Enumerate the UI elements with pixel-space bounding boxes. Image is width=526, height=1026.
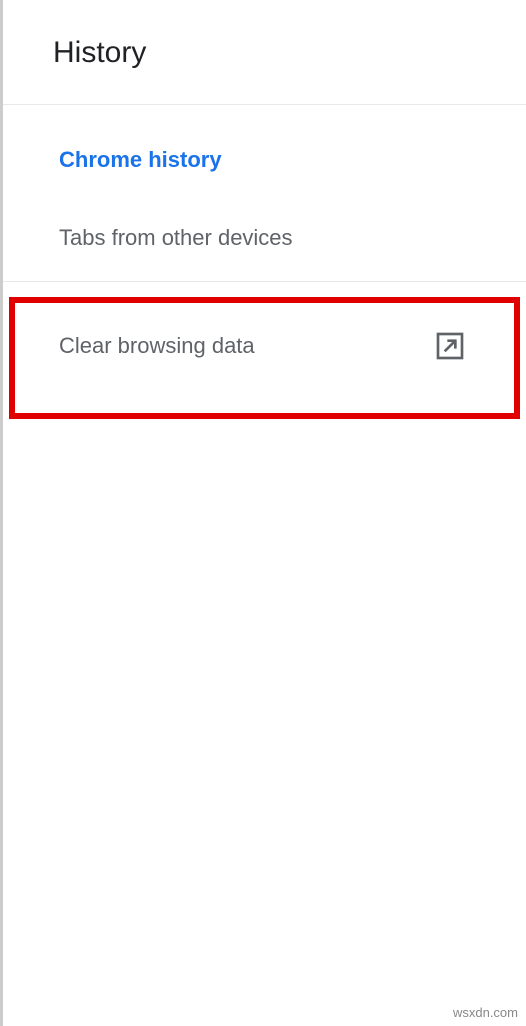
nav-tabs-other-devices-label: Tabs from other devices: [59, 225, 293, 251]
open-external-icon: [434, 330, 466, 362]
panel-header: History: [3, 0, 526, 105]
page-title: History: [53, 36, 526, 70]
watermark-text: wsxdn.com: [453, 1005, 518, 1020]
clear-browsing-data-button[interactable]: Clear browsing data: [3, 282, 526, 410]
clear-browsing-data-label: Clear browsing data: [59, 333, 255, 359]
history-menu-section: Chrome history Tabs from other devices: [3, 105, 526, 282]
clear-section: Clear browsing data: [3, 282, 526, 410]
history-panel: History Chrome history Tabs from other d…: [0, 0, 526, 1026]
nav-tabs-other-devices[interactable]: Tabs from other devices: [3, 199, 526, 281]
nav-chrome-history-label: Chrome history: [59, 147, 222, 173]
nav-chrome-history[interactable]: Chrome history: [3, 105, 526, 199]
